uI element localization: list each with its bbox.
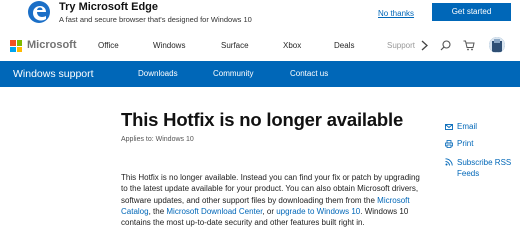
print-link[interactable]: Print — [457, 139, 473, 148]
upgrade-windows-link[interactable]: upgrade to Windows 10 — [276, 207, 360, 216]
article-body: This Hotfix is no longer available. Inst… — [121, 172, 426, 228]
microsoft-header: Microsoft Office Windows Surface Xbox De… — [0, 30, 520, 62]
download-center-link[interactable]: Microsoft Download Center — [166, 207, 262, 216]
get-started-button[interactable]: Get started — [432, 3, 511, 21]
edge-promo-banner: Try Microsoft Edge A fast and secure bro… — [0, 0, 520, 30]
edge-logo-icon — [28, 1, 50, 23]
subscribe-rss-link[interactable]: Subscribe RSS Feeds — [457, 157, 519, 179]
applies-to: Applies to: Windows 10 — [121, 136, 194, 143]
account-avatar[interactable] — [489, 37, 505, 53]
nav-windows[interactable]: Windows — [153, 41, 185, 50]
nav-office[interactable]: Office — [98, 41, 119, 50]
microsoft-logo-icon[interactable] — [10, 40, 22, 52]
cart-icon[interactable] — [463, 40, 475, 51]
chevron-right-icon[interactable] — [421, 40, 428, 51]
windows-support-bar: Windows support Downloads Community Cont… — [0, 61, 520, 87]
nav-support[interactable]: Support — [387, 41, 415, 50]
nav-surface[interactable]: Surface — [221, 41, 249, 50]
downloads-link[interactable]: Downloads — [138, 69, 178, 78]
page-title: This Hotfix is no longer available — [121, 109, 404, 130]
windows-support-title[interactable]: Windows support — [13, 68, 94, 80]
banner-title: Try Microsoft Edge — [59, 1, 159, 13]
body-text-3: , or — [262, 206, 277, 216]
community-link[interactable]: Community — [213, 69, 253, 78]
nav-deals[interactable]: Deals — [334, 41, 354, 50]
body-text-1: This Hotfix is no longer available. Inst… — [121, 173, 420, 205]
print-icon — [445, 140, 453, 148]
rss-icon — [445, 158, 453, 166]
email-icon — [445, 124, 453, 130]
microsoft-wordmark[interactable]: Microsoft — [27, 39, 77, 51]
banner-subtitle: A fast and secure browser that's designe… — [59, 15, 252, 24]
body-text-2: , the — [148, 206, 167, 216]
email-link[interactable]: Email — [457, 122, 477, 131]
no-thanks-link[interactable]: No thanks — [378, 9, 414, 18]
nav-xbox[interactable]: Xbox — [283, 41, 301, 50]
contact-us-link[interactable]: Contact us — [290, 69, 328, 78]
search-icon[interactable] — [440, 40, 451, 51]
